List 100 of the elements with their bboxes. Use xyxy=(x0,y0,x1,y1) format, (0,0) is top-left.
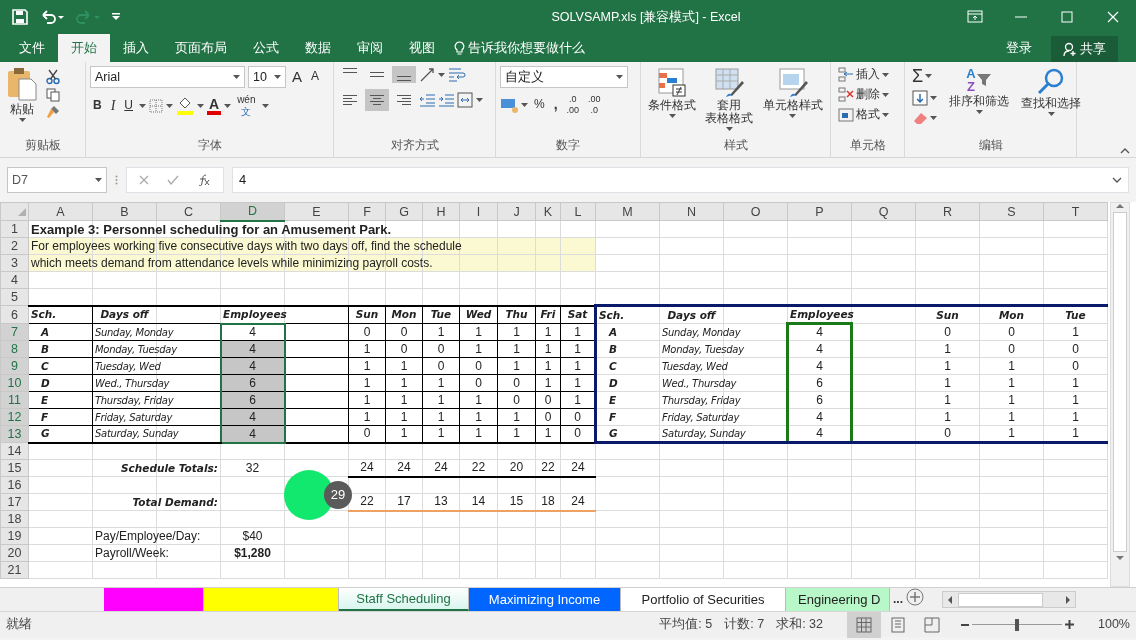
cells-menu-button[interactable]: 格式 xyxy=(835,106,900,123)
formula-field[interactable]: 4 xyxy=(232,167,1129,193)
column-header[interactable]: K xyxy=(535,202,561,221)
paste-button[interactable]: 粘贴 xyxy=(4,66,40,124)
copy-icon[interactable] xyxy=(46,88,60,102)
ribbon-tab[interactable]: 审阅 xyxy=(344,34,396,62)
bold-button[interactable]: B xyxy=(90,98,105,114)
column-header[interactable]: N xyxy=(659,202,724,221)
function-icon[interactable] xyxy=(197,174,211,186)
undo-icon[interactable] xyxy=(40,10,64,24)
view-button[interactable] xyxy=(847,611,881,638)
column-header[interactable]: P xyxy=(787,202,852,221)
column-header[interactable]: J xyxy=(497,202,536,221)
column-header[interactable]: L xyxy=(560,202,596,221)
align-button[interactable] xyxy=(365,89,389,111)
orientation-icon[interactable] xyxy=(419,66,435,83)
column-header[interactable]: H xyxy=(422,202,460,221)
fill-color-icon[interactable] xyxy=(176,97,194,115)
caret-icon[interactable] xyxy=(726,127,733,132)
column-header[interactable]: G xyxy=(385,202,423,221)
horizontal-scrollbar[interactable] xyxy=(942,591,1076,608)
caret-icon[interactable] xyxy=(925,74,933,78)
column-header[interactable]: B xyxy=(92,202,157,221)
caret-icon[interactable] xyxy=(668,114,676,119)
style-button[interactable]: 条件格式 xyxy=(645,66,700,133)
vertical-scrollbar[interactable] xyxy=(1110,202,1130,587)
caret-icon[interactable] xyxy=(261,104,269,108)
cells-menu-button[interactable]: 插入 xyxy=(835,66,900,83)
font-size-field[interactable]: 10 xyxy=(248,66,286,88)
close-icon[interactable] xyxy=(1105,9,1121,25)
check-icon[interactable] xyxy=(167,175,179,185)
zoom-in-icon[interactable] xyxy=(1065,620,1074,629)
caret-icon[interactable] xyxy=(224,104,232,108)
ribbon-tab[interactable]: 插入 xyxy=(110,34,162,62)
column-header[interactable]: I xyxy=(459,202,498,221)
name-box[interactable]: D7 xyxy=(7,167,107,193)
customize-icon[interactable] xyxy=(112,13,120,21)
share-button[interactable]: 共享 xyxy=(1051,36,1118,62)
column-header[interactable]: T xyxy=(1043,202,1108,221)
ribbon-tab[interactable]: 数据 xyxy=(292,34,344,62)
style-button[interactable]: 单元格样式 xyxy=(759,66,826,133)
shrink-font-button[interactable]: A xyxy=(308,69,323,85)
column-header[interactable]: R xyxy=(915,202,980,221)
ribbon-display-icon[interactable] xyxy=(967,9,983,25)
caret-icon[interactable] xyxy=(18,118,26,123)
zoom-slider-thumb[interactable] xyxy=(1015,618,1019,631)
caret-icon[interactable] xyxy=(1047,112,1055,117)
ribbon-tab[interactable]: 视图 xyxy=(396,34,448,62)
caret-icon[interactable] xyxy=(882,92,889,97)
percent-button[interactable]: % xyxy=(531,97,548,113)
ribbon-tab[interactable]: 公式 xyxy=(240,34,292,62)
sheet-tab[interactable]: Maximizing Income xyxy=(469,588,621,611)
find-select-button[interactable]: 查找和选择 xyxy=(1018,66,1084,126)
merge-cells-icon[interactable] xyxy=(457,92,473,108)
caret-icon[interactable] xyxy=(274,75,281,79)
column-header[interactable]: S xyxy=(979,202,1044,221)
sheet-tab[interactable]: Engineering D xyxy=(786,588,890,611)
column-header[interactable]: D xyxy=(220,202,285,221)
caret-icon[interactable] xyxy=(882,72,889,77)
style-button[interactable]: 套用 表格格式 xyxy=(702,66,757,133)
column-header[interactable]: C xyxy=(156,202,221,221)
caret-icon[interactable] xyxy=(197,104,204,108)
expand-icon[interactable] xyxy=(1112,177,1122,183)
caret-icon[interactable] xyxy=(975,110,983,115)
column-header[interactable]: O xyxy=(723,202,788,221)
sort-filter-button[interactable]: A Z 排序和筛选 xyxy=(946,66,1012,126)
more-tabs-button[interactable]: ... xyxy=(890,588,906,611)
sign-in-link[interactable]: 登录 xyxy=(993,34,1045,62)
add-sheet-icon[interactable] xyxy=(906,588,924,606)
grow-font-button[interactable]: A xyxy=(289,67,305,87)
phonetic-button[interactable]: wén 文 xyxy=(234,94,259,118)
column-header[interactable]: F xyxy=(348,202,386,221)
caret-icon[interactable] xyxy=(521,103,528,107)
number-format-field[interactable]: 自定义 xyxy=(500,66,628,88)
caret-icon[interactable] xyxy=(166,104,173,108)
font-color-button[interactable]: A xyxy=(207,97,222,115)
column-header[interactable]: M xyxy=(595,202,660,221)
caret-icon[interactable] xyxy=(95,178,102,182)
underline-button[interactable]: U xyxy=(121,98,136,114)
decimal-button[interactable]: .00 .0 xyxy=(585,94,604,116)
column-header[interactable]: Q xyxy=(851,202,916,221)
caret-icon[interactable] xyxy=(233,75,240,79)
caret-icon[interactable] xyxy=(882,112,889,117)
autosum-button[interactable]: Σ xyxy=(909,66,940,86)
tell-me-field[interactable]: 告诉我你想要做什么 xyxy=(468,38,608,58)
caret-icon[interactable] xyxy=(438,72,445,77)
caret-icon[interactable] xyxy=(139,104,146,108)
column-header[interactable]: E xyxy=(284,202,349,221)
decimal-button[interactable]: .0 .00 xyxy=(563,94,583,116)
maximize-icon[interactable] xyxy=(1059,9,1075,25)
caret-icon[interactable] xyxy=(930,96,937,100)
currency-icon[interactable] xyxy=(500,97,518,113)
caret-icon[interactable] xyxy=(930,116,937,120)
scissors-icon[interactable] xyxy=(46,69,60,85)
font-name-field[interactable]: Arial xyxy=(90,66,245,88)
ribbon-tab[interactable]: 页面布局 xyxy=(162,34,240,62)
ribbon-tab[interactable]: 文件 xyxy=(6,34,58,62)
caret-icon[interactable] xyxy=(616,75,623,79)
fill-button[interactable] xyxy=(909,89,940,107)
sheet-tab[interactable]: Staff Scheduling xyxy=(339,588,469,611)
